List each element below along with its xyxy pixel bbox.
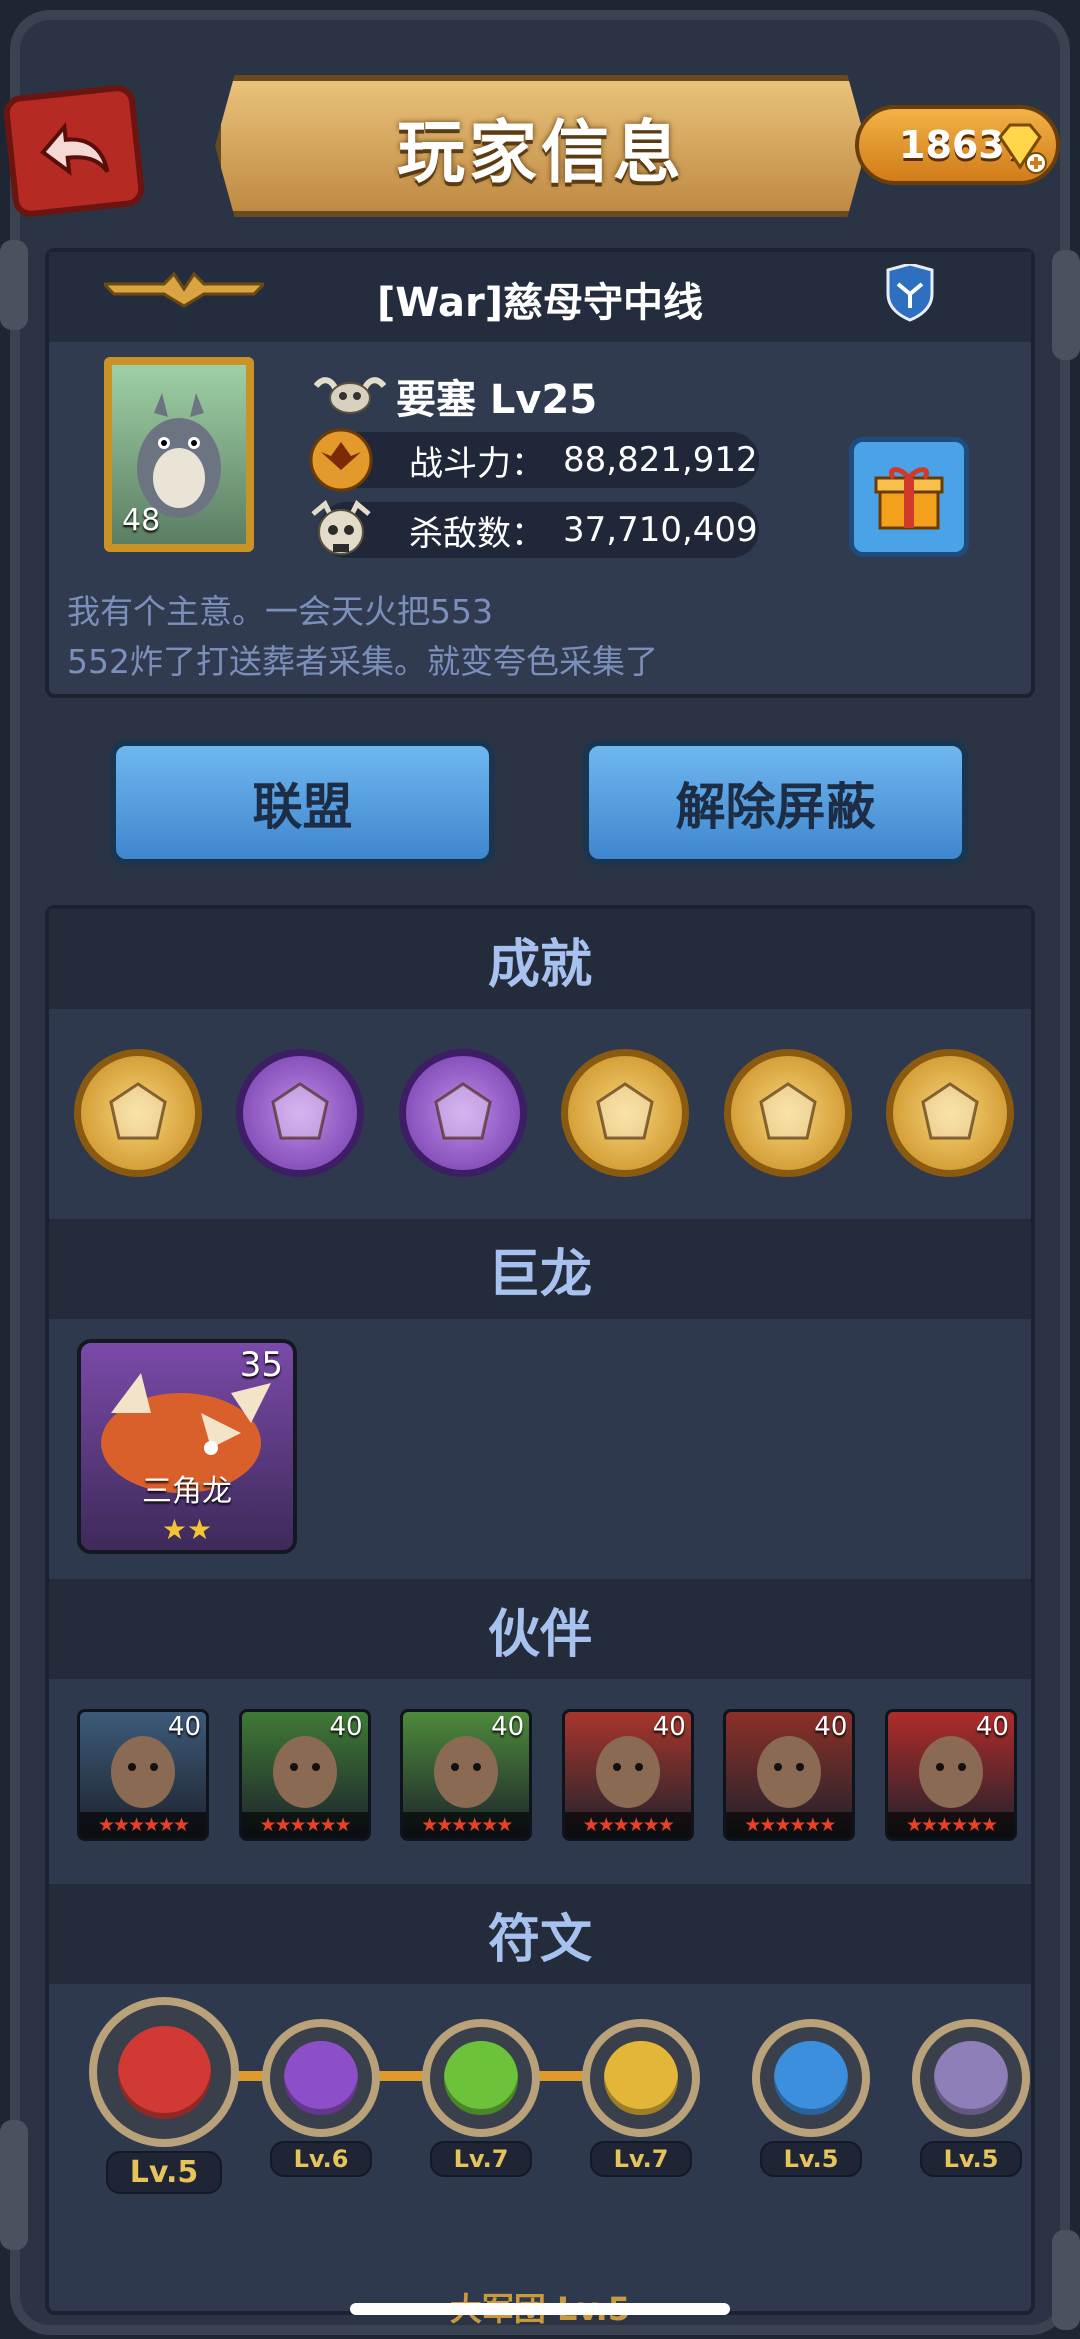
rune-slot[interactable]: Lv.7	[401, 2019, 561, 2177]
signature-line: 552炸了打送葬者采集。就变夸色采集了	[67, 642, 658, 681]
dragon-card[interactable]: 35 三角龙 ★★	[77, 1339, 297, 1554]
player-avatar[interactable]: 48	[104, 357, 254, 552]
phoenix-power-icon	[309, 428, 373, 492]
partner-stars: ★★★★★★	[887, 1812, 1014, 1838]
rock-decoration	[0, 2120, 28, 2250]
partner-card[interactable]: 40 ★★★★★★	[400, 1709, 533, 1841]
dragon-stars: ★★	[161, 1513, 213, 1546]
achievement-medal[interactable]	[561, 1049, 690, 1177]
dragon-level: 35	[239, 1345, 283, 1385]
partner-stars: ★★★★★★	[564, 1812, 691, 1838]
rune-icon	[752, 2019, 870, 2137]
rune-level: Lv.5	[105, 2151, 223, 2194]
partner-stars: ★★★★★★	[241, 1812, 368, 1838]
rune-icon	[912, 2019, 1030, 2137]
achievement-medal[interactable]	[885, 1049, 1014, 1177]
silver-sun-icon	[758, 1082, 817, 1140]
gift-box-icon	[874, 467, 944, 530]
partner-card[interactable]: 40 ★★★★★★	[238, 1709, 371, 1841]
partner-card[interactable]: 40 ★★★★★★	[77, 1709, 209, 1841]
rock-decoration	[1052, 2230, 1080, 2330]
crowned-face-icon	[434, 1082, 492, 1140]
rune-level: Lv.7	[589, 2141, 693, 2177]
section-title-dragon: 巨龙	[49, 1219, 1031, 1319]
back-button[interactable]	[1, 83, 147, 219]
rune-level: Lv.5	[919, 2141, 1023, 2177]
player-info-panel: [War]慈母守中线 48 要塞 Lv25 战斗力： 88,821,912 杀敌…	[45, 248, 1035, 698]
gift-button[interactable]	[849, 437, 969, 557]
rune-slot[interactable]: Lv.5	[891, 2019, 1051, 2177]
partner-list: 40 ★★★★★★ 40 ★★★★★★ 40 ★★★★★★ 40 ★★★★★★ 40 ★★★★★★…	[77, 1709, 1017, 1841]
power-stat: 战斗力： 88,821,912	[309, 428, 759, 492]
partner-stars: ★★★★★★	[80, 1812, 206, 1838]
player-signature: 我有个主意。一会天火把553 552炸了打送葬者采集。就变夸色采集了	[67, 587, 1007, 687]
rune-icon	[422, 2019, 540, 2137]
rune-icon	[262, 2019, 380, 2137]
power-label: 战斗力：	[409, 443, 545, 484]
rock-decoration	[0, 240, 28, 330]
resource-sack-icon	[921, 1082, 979, 1140]
achievement-medal[interactable]	[723, 1049, 852, 1177]
partner-level: 40	[491, 1712, 525, 1742]
rune-level: Lv.6	[269, 2141, 373, 2177]
section-title-runes: 符文	[49, 1884, 1031, 1984]
back-arrow-icon	[40, 121, 110, 176]
unblock-button[interactable]: 解除屏蔽	[583, 740, 968, 865]
dragon-name: 三角龙	[142, 1474, 232, 1509]
broken-armor-icon	[271, 1082, 330, 1140]
partner-card[interactable]: 40 ★★★★★★	[723, 1709, 856, 1841]
profile-content: 成就 巨龙 35 三角龙 ★★ 伙伴 40 ★★★★★★ 40 ★★★★★★ 40 ★★★…	[45, 905, 1035, 2328]
horned-skull-icon	[314, 377, 386, 414]
partner-level: 40	[975, 1712, 1009, 1742]
home-indicator[interactable]	[350, 2303, 730, 2315]
rune-icon	[582, 2019, 700, 2137]
rune-slot[interactable]: Lv.5	[84, 1997, 244, 2194]
castle-level-row: 要塞 Lv25	[314, 367, 597, 425]
avatar-level: 48	[122, 503, 161, 538]
skull-kills-icon	[311, 500, 371, 555]
guild-shield-icon[interactable]	[884, 264, 936, 322]
partner-stars: ★★★★★★	[403, 1812, 530, 1838]
gold-nugget-icon	[109, 1082, 167, 1140]
title-banner: 玩家信息	[215, 75, 867, 217]
section-title-achievements: 成就	[49, 909, 1031, 1009]
page-title: 玩家信息	[396, 113, 685, 193]
signature-line: 我有个主意。一会天火把553	[67, 592, 493, 631]
partner-card[interactable]: 40 ★★★★★★	[561, 1709, 694, 1841]
achievement-medal[interactable]	[398, 1049, 527, 1177]
partner-level: 40	[814, 1712, 848, 1742]
partner-level: 40	[329, 1712, 363, 1742]
name-bar: [War]慈母守中线	[49, 252, 1031, 342]
power-value: 88,821,912	[563, 440, 758, 480]
section-title-partners: 伙伴	[49, 1579, 1031, 1679]
achievement-list	[74, 1049, 1014, 1177]
rune-slot[interactable]: Lv.7	[561, 2019, 721, 2177]
gem-counter[interactable]: 18637	[855, 105, 1060, 185]
rune-icon	[89, 1997, 239, 2147]
kills-label: 杀敌数：	[409, 513, 545, 554]
achievement-medal[interactable]	[74, 1049, 202, 1177]
alliance-button[interactable]: 联盟	[110, 740, 495, 865]
rune-list: Lv.5 Lv.6 Lv.7 Lv.7 Lv.5 Lv.5	[69, 1997, 1030, 2219]
totoro-avatar-icon	[137, 393, 221, 518]
ice-beast-icon	[596, 1082, 654, 1140]
partner-card[interactable]: 40 ★★★★★★	[884, 1709, 1017, 1841]
gem-plus-icon[interactable]	[992, 119, 1048, 175]
achievement-medal[interactable]	[236, 1049, 365, 1177]
kills-value: 37,710,409	[563, 510, 758, 550]
partner-level: 40	[167, 1712, 201, 1742]
castle-level: 要塞 Lv25	[396, 377, 598, 423]
rune-level: Lv.7	[429, 2141, 533, 2177]
partner-stars: ★★★★★★	[726, 1812, 853, 1838]
rune-level: Lv.5	[759, 2141, 863, 2177]
kills-stat: 杀敌数： 37,710,409	[311, 500, 759, 558]
partner-level: 40	[652, 1712, 686, 1742]
rune-slot[interactable]: Lv.5	[731, 2019, 891, 2177]
rune-slot[interactable]: Lv.6	[241, 2019, 401, 2177]
rock-decoration	[1052, 250, 1080, 360]
